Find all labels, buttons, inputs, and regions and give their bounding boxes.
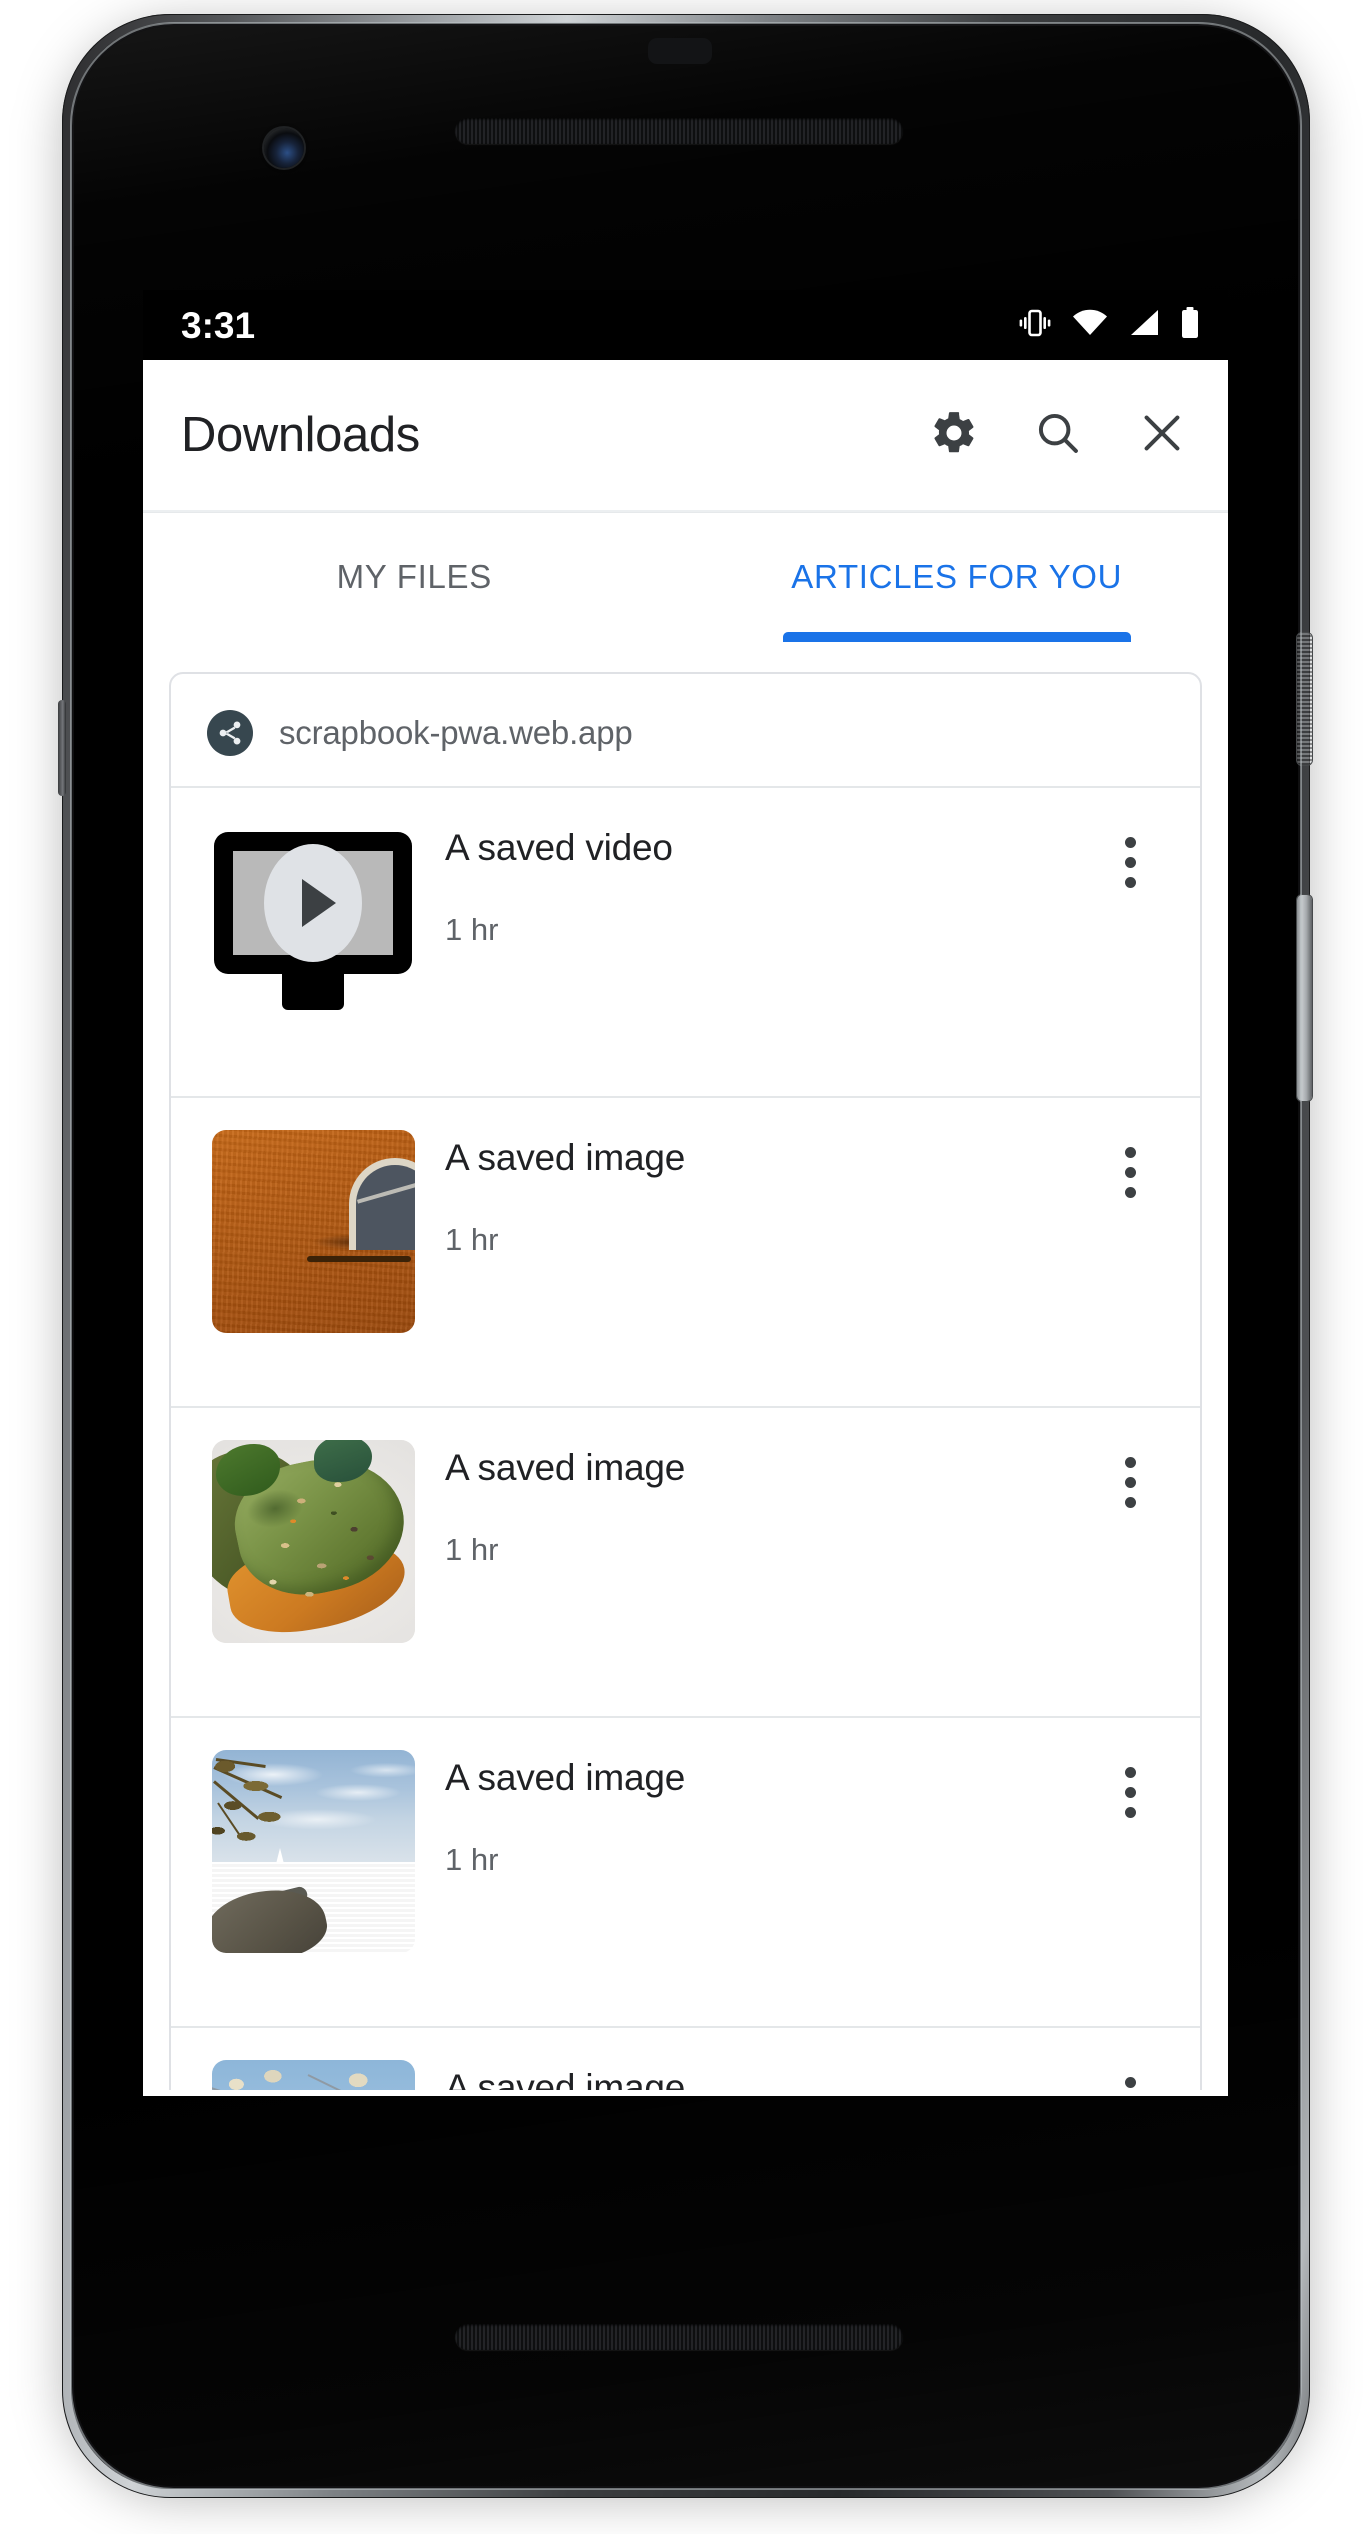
close-button[interactable] <box>1132 405 1192 465</box>
list-item-text: A saved image 1 hr <box>445 1126 1094 1257</box>
list-item-title: A saved image <box>445 1137 686 1178</box>
bottom-speaker-grille <box>455 2324 903 2350</box>
list-item-subtitle: 1 hr <box>445 1531 499 1567</box>
tab-articles-for-you-label: ARTICLES FOR YOU <box>791 558 1123 595</box>
tab-my-files-label: MY FILES <box>336 558 492 595</box>
list-item-text: A saved video 1 hr <box>445 816 1094 947</box>
screen-bottom-edge <box>143 2090 1228 2096</box>
thumbnail <box>207 1436 419 1646</box>
video-tv-icon <box>207 816 419 1026</box>
battery-icon <box>1180 306 1200 344</box>
close-icon <box>1137 408 1187 463</box>
list-item-title: A saved image <box>445 1447 686 1488</box>
status-icon-group <box>1018 306 1200 344</box>
card-header: scrapbook-pwa.web.app <box>171 674 1200 786</box>
list-item-text: A saved image 1 hr <box>445 2056 1094 2090</box>
screenshot-stage: 3:31 Downloads MY FILES ARTICLES FOR YOU… <box>0 0 1370 2534</box>
tab-bar: MY FILES ARTICLES FOR YOU <box>143 510 1228 642</box>
front-camera-lens <box>264 128 304 168</box>
list-item[interactable]: A saved image 1 hr <box>171 2026 1200 2090</box>
list-item[interactable]: A saved image 1 hr <box>171 1716 1200 2026</box>
proximity-sensor <box>648 38 712 64</box>
tab-articles-for-you[interactable]: ARTICLES FOR YOU <box>686 512 1229 642</box>
orange-wall-photo <box>211 1129 415 1333</box>
active-tab-indicator <box>782 632 1131 642</box>
status-bar: 3:31 <box>143 290 1228 360</box>
more-vertical-icon[interactable] <box>1094 1136 1166 1208</box>
volume-rocker-button[interactable] <box>1297 895 1312 1101</box>
share-icon <box>207 710 253 756</box>
articles-list-container[interactable]: scrapbook-pwa.web.app A saved video 1 hr <box>143 642 1228 2090</box>
list-item[interactable]: A saved image 1 hr <box>171 1406 1200 1716</box>
list-item-text: A saved image 1 hr <box>445 1436 1094 1567</box>
thumbnail <box>207 2056 419 2090</box>
earpiece-speaker-grille <box>455 118 903 144</box>
article-card: scrapbook-pwa.web.app A saved video 1 hr <box>169 672 1202 2090</box>
settings-button[interactable] <box>924 405 984 465</box>
left-frame-antenna-seam <box>58 700 66 796</box>
list-item-title: A saved image <box>445 2067 686 2090</box>
list-item-text: A saved image 1 hr <box>445 1746 1094 1877</box>
gear-icon <box>929 408 979 463</box>
status-clock: 3:31 <box>181 304 256 346</box>
more-vertical-icon[interactable] <box>1094 1756 1166 1828</box>
more-vertical-icon[interactable] <box>1094 826 1166 898</box>
search-icon <box>1033 408 1083 463</box>
list-item-title: A saved image <box>445 1757 686 1798</box>
list-item-subtitle: 1 hr <box>445 1221 499 1257</box>
tab-my-files[interactable]: MY FILES <box>143 512 686 642</box>
city-blossom-photo <box>211 2059 415 2090</box>
vibrate-icon <box>1018 308 1052 343</box>
list-item-subtitle: 1 hr <box>445 911 499 947</box>
list-item[interactable]: A saved image 1 hr <box>171 1096 1200 1406</box>
list-item-subtitle: 1 hr <box>445 1841 499 1877</box>
thumbnail <box>207 1126 419 1336</box>
lake-shore-photo <box>211 1749 415 1953</box>
page-title: Downloads <box>181 408 420 462</box>
power-button[interactable] <box>1297 633 1312 765</box>
more-vertical-icon[interactable] <box>1094 1446 1166 1518</box>
card-source-domain: scrapbook-pwa.web.app <box>279 714 633 751</box>
list-item-title: A saved video <box>445 827 673 868</box>
thumbnail <box>207 1746 419 1956</box>
cell-signal-icon <box>1128 309 1160 342</box>
avocado-toast-photo <box>211 1439 415 1643</box>
app-bar: Downloads <box>143 360 1228 510</box>
search-button[interactable] <box>1028 405 1088 465</box>
wifi-icon <box>1072 309 1108 342</box>
list-item[interactable]: A saved video 1 hr <box>171 786 1200 1096</box>
app-bar-actions <box>924 405 1192 465</box>
more-vertical-icon[interactable] <box>1094 2066 1166 2090</box>
